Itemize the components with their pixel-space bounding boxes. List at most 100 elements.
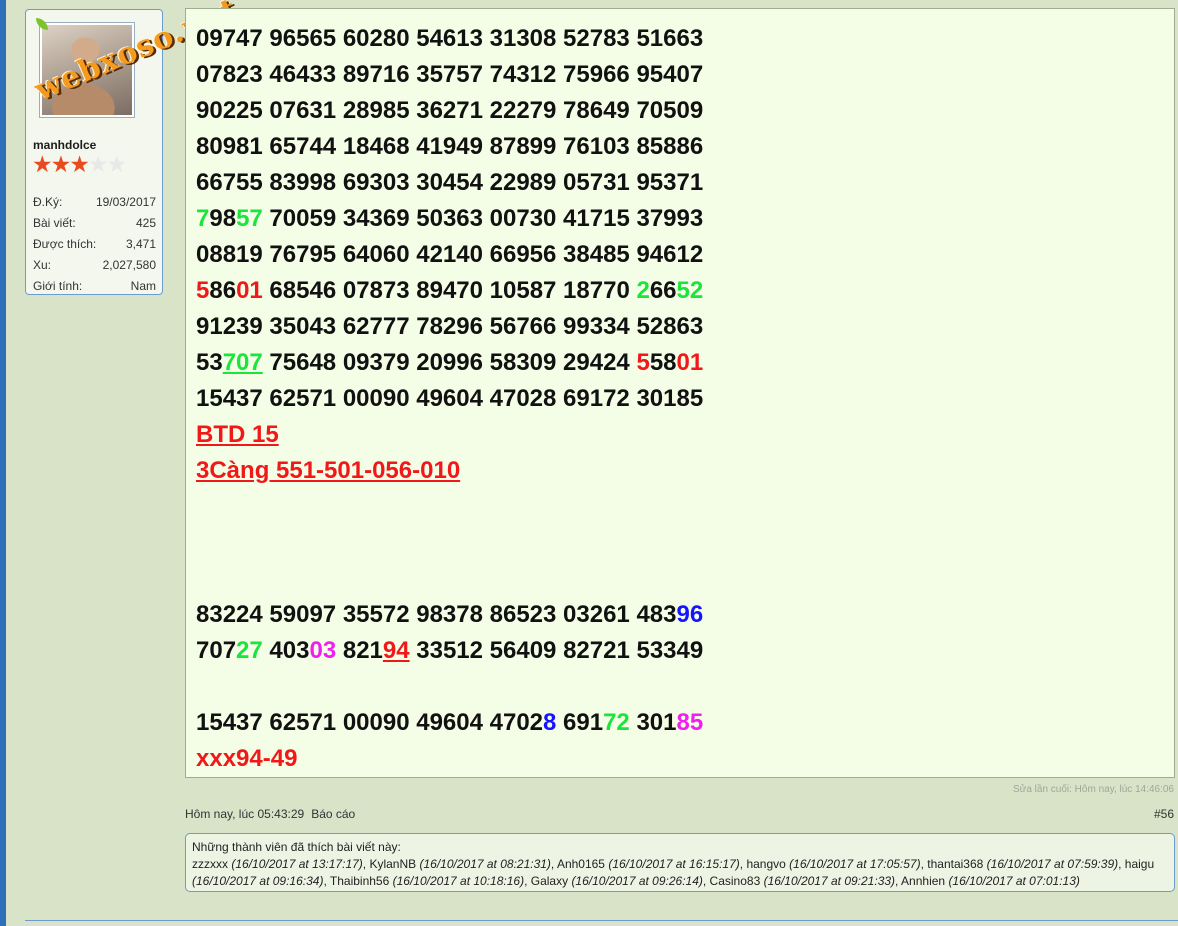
liker-name[interactable]: Annhien <box>901 874 945 888</box>
like-entry: zzzxxx (16/10/2017 at 13:17:17) <box>192 857 363 871</box>
rating-stars: ★★★★★ <box>32 151 128 177</box>
stat-label: Xu: <box>33 258 52 272</box>
stat-row-registered: Đ.Ký: 19/03/2017 <box>33 192 156 213</box>
post-line: 08819 76795 64060 42140 66956 38485 9461… <box>196 241 704 268</box>
post-line: 09747 96565 60280 54613 31308 52783 5166… <box>196 25 704 52</box>
leaf-badge-icon <box>36 18 48 30</box>
star-filled-icon: ★ <box>32 151 53 177</box>
likes-box: Những thành viên đã thích bài viết này: … <box>185 833 1175 892</box>
stat-value: Nam <box>130 279 156 293</box>
report-link[interactable]: Báo cáo <box>311 807 355 821</box>
highlighted-digits: 3Càng 551-501-056-010 <box>196 457 461 484</box>
highlighted-digits: 96 <box>676 601 704 628</box>
stat-value: 3,471 <box>125 237 156 251</box>
liker-name[interactable]: hangvo <box>746 857 785 871</box>
like-time: (16/10/2017 at 09:16:34) <box>192 874 324 888</box>
post-line: 07823 46433 89716 35757 74312 75966 9540… <box>196 61 704 88</box>
like-time: (16/10/2017 at 09:26:14) <box>571 874 703 888</box>
stat-value: 19/03/2017 <box>95 195 156 209</box>
highlighted-digits: 27 <box>236 637 263 664</box>
post-meta: Hôm nay, lúc 05:43:29 Báo cáo <box>185 807 355 821</box>
star-filled-icon: ★ <box>50 151 72 177</box>
like-entry: Thaibinh56 (16/10/2017 at 10:18:16) <box>330 874 524 888</box>
highlighted-digits: 5 <box>196 277 210 304</box>
username[interactable]: manhdolce <box>33 138 96 152</box>
highlighted-digits: 01 <box>676 349 704 376</box>
like-entry: KylanNB (16/10/2017 at 08:21:31) <box>369 857 550 871</box>
liker-name[interactable]: Thaibinh56 <box>330 874 389 888</box>
stat-label: Giới tính: <box>33 279 83 293</box>
highlighted-digits: 707 <box>222 349 263 376</box>
like-time: (16/10/2017 at 07:01:13) <box>948 874 1080 888</box>
star-empty-icon: ★ <box>87 151 109 177</box>
liker-name[interactable]: Galaxy <box>531 874 568 888</box>
post-divider <box>25 920 1178 921</box>
like-entry: Galaxy (16/10/2017 at 09:26:14) <box>531 874 703 888</box>
like-entry: hangvo (16/10/2017 at 17:05:57) <box>746 857 920 871</box>
star-empty-icon: ★ <box>106 151 128 177</box>
post-line: 3Càng 551-501-056-010 <box>196 453 703 489</box>
post-line: 15437 62571 00090 49604 47028 69172 3018… <box>196 709 704 736</box>
liker-name[interactable]: Anh0165 <box>557 857 605 871</box>
stat-label: Bài viết: <box>33 216 76 230</box>
highlighted-digits: 01 <box>236 277 263 304</box>
highlighted-digits: 94 <box>382 637 410 664</box>
stat-row-coins: Xu: 2,027,580 <box>33 255 156 276</box>
like-time: (16/10/2017 at 08:21:31) <box>419 857 551 871</box>
star-filled-icon: ★ <box>69 151 90 177</box>
post-line: xxx94-49 <box>196 741 703 777</box>
like-time: (16/10/2017 at 07:59:39) <box>986 857 1119 871</box>
post-line: 53707 75648 09379 20996 58309 29424 5580… <box>196 349 704 376</box>
liker-name[interactable]: Casino83 <box>710 874 761 888</box>
highlighted-digits: 8 <box>543 709 564 736</box>
post-line: 79857 70059 34369 50363 00730 41715 3799… <box>196 205 704 232</box>
like-time: (16/10/2017 at 10:18:16) <box>392 874 525 888</box>
like-entry: Annhien (16/10/2017 at 07:01:13) <box>901 874 1080 888</box>
post-line: 80981 65744 18468 41949 87899 76103 8588… <box>196 133 704 160</box>
likes-list: zzzxxx (16/10/2017 at 13:17:17), KylanNB… <box>192 857 1155 888</box>
like-entry: thantai368 (16/10/2017 at 07:59:39) <box>927 857 1118 871</box>
highlighted-digits: 52 <box>676 277 704 304</box>
liker-name[interactable]: thantai368 <box>927 857 983 871</box>
like-time: (16/10/2017 at 16:15:17) <box>608 857 740 871</box>
like-time: (16/10/2017 at 13:17:17) <box>231 857 363 871</box>
blank-gap <box>196 489 703 597</box>
highlighted-digits: 72 <box>603 709 630 736</box>
liker-name[interactable]: haigu <box>1125 857 1154 871</box>
post-line: 90225 07631 28985 36271 22279 78649 7050… <box>196 97 704 124</box>
post-line: 83224 59097 35572 98378 86523 03261 4839… <box>196 601 704 628</box>
like-time: (16/10/2017 at 09:21:33) <box>763 874 896 888</box>
stat-row-gender: Giới tính: Nam <box>33 276 156 297</box>
likes-title: Những thành viên đã thích bài viết này: <box>192 840 401 854</box>
liker-name[interactable]: zzzxxx <box>192 857 228 871</box>
stat-label: Đ.Ký: <box>33 195 63 209</box>
highlighted-digits: BTD 15 <box>196 421 279 448</box>
like-time: (16/10/2017 at 17:05:57) <box>789 857 921 871</box>
stat-value: 2,027,580 <box>102 258 156 272</box>
blank-gap <box>196 669 703 705</box>
last-edited-note: Sửa lần cuối: Hôm nay, lúc 14:46:06 <box>1012 784 1174 795</box>
post-line: 66755 83998 69303 30454 22989 05731 9537… <box>196 169 704 196</box>
post-line: 70727 40303 82194 33512 56409 82721 5334… <box>196 637 704 664</box>
post-line: 15437 62571 00090 49604 47028 69172 3018… <box>196 385 704 412</box>
post-line: BTD 15 <box>196 417 703 453</box>
highlighted-digits: 03 <box>309 637 337 664</box>
highlighted-digits: 7 <box>196 205 210 232</box>
stat-value: 425 <box>135 216 156 230</box>
stat-row-likes: Được thích: 3,471 <box>33 234 156 255</box>
highlighted-digits: 2 <box>636 277 650 304</box>
post-number-link[interactable]: #56 <box>1154 807 1174 821</box>
post-line: 58601 68546 07873 89470 10587 18770 2665… <box>196 277 704 304</box>
post-line: 91239 35043 62777 78296 56766 99334 5286… <box>196 313 704 340</box>
stat-row-posts: Bài viết: 425 <box>33 213 156 234</box>
liker-name[interactable]: KylanNB <box>369 857 416 871</box>
user-info-card: webxoso.net manhdolce ★★★★★ Đ.Ký: 19/03/… <box>25 0 243 297</box>
post-time[interactable]: Hôm nay, lúc 05:43:29 <box>185 807 304 821</box>
highlighted-digits: 57 <box>236 205 263 232</box>
user-stats: Đ.Ký: 19/03/2017 Bài viết: 425 Được thíc… <box>33 192 156 297</box>
highlighted-digits: 85 <box>676 709 704 736</box>
left-accent-bar <box>0 0 6 926</box>
post-body: 09747 96565 60280 54613 31308 52783 5166… <box>185 8 1175 778</box>
like-entry: Anh0165 (16/10/2017 at 16:15:17) <box>557 857 740 871</box>
highlighted-digits: 5 <box>636 349 650 376</box>
